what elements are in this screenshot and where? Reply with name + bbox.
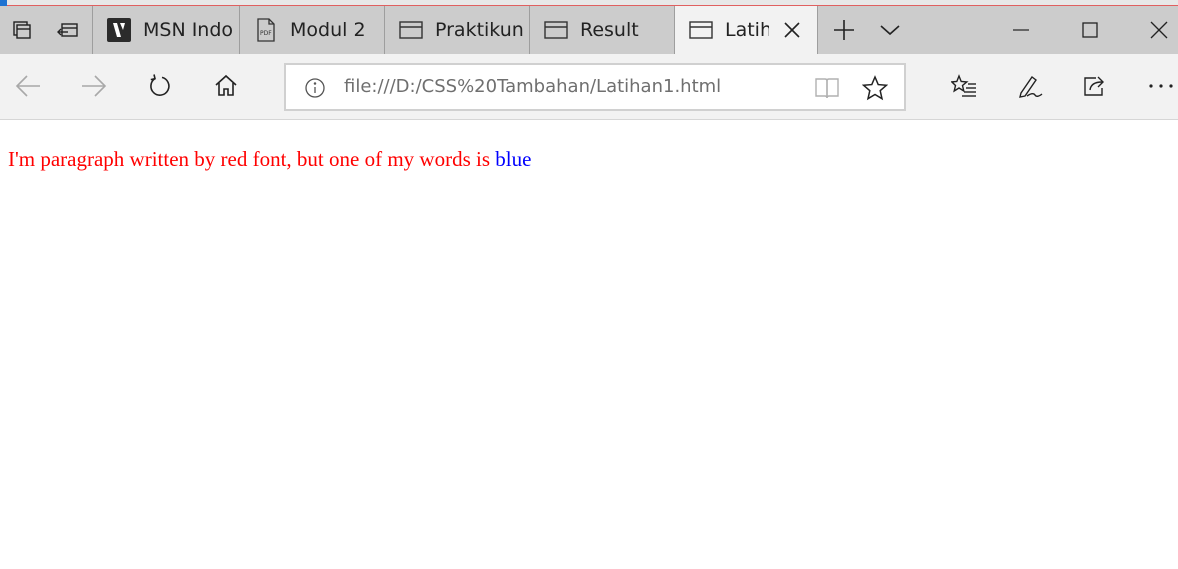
favorites-list-icon xyxy=(951,74,976,97)
address-bar[interactable]: file:///D:/CSS%20Tambahan/Latihan1.html xyxy=(284,63,906,111)
share-button[interactable] xyxy=(1077,68,1113,104)
share-icon xyxy=(1084,76,1104,96)
window-icon xyxy=(689,18,713,42)
svg-text:PDF: PDF xyxy=(260,30,272,37)
close-icon xyxy=(1150,21,1168,39)
arrow-right-icon xyxy=(82,75,107,97)
back-button[interactable] xyxy=(10,68,46,104)
maximize-icon xyxy=(1082,22,1098,38)
set-aside-icon xyxy=(57,23,78,37)
tab-manager-button[interactable] xyxy=(0,6,44,54)
close-icon xyxy=(784,22,800,38)
tab-label: Result xyxy=(580,19,639,41)
tab-latihan-active[interactable]: Latiha xyxy=(674,6,818,54)
tab-praktikum[interactable]: Praktikun xyxy=(384,6,529,54)
tab-label: Praktikun xyxy=(435,19,524,41)
window-icon xyxy=(544,18,568,42)
forward-button[interactable] xyxy=(76,68,112,104)
plus-icon xyxy=(834,20,854,40)
star-icon[interactable] xyxy=(862,75,888,101)
tab-bar: MSN Indo PDF Modul 2 Praktikun Result La… xyxy=(0,6,1178,54)
tab-label: MSN Indo xyxy=(143,19,234,41)
maximize-button[interactable] xyxy=(1067,6,1113,54)
tabs-aside-icon xyxy=(13,21,31,39)
navigation-bar: file:///D:/CSS%20Tambahan/Latihan1.html xyxy=(0,54,1178,120)
minimize-button[interactable] xyxy=(998,6,1044,54)
tab-msn[interactable]: MSN Indo xyxy=(92,6,239,54)
tab-modul-2[interactable]: PDF Modul 2 xyxy=(239,6,384,54)
pdf-icon: PDF xyxy=(254,18,278,42)
tab-result[interactable]: Result xyxy=(529,6,674,54)
home-button[interactable] xyxy=(208,68,244,104)
set-aside-tabs-button[interactable] xyxy=(46,6,90,54)
refresh-icon xyxy=(150,74,170,96)
minimize-icon xyxy=(1013,29,1029,31)
url-text[interactable]: file:///D:/CSS%20Tambahan/Latihan1.html xyxy=(344,65,721,109)
paragraph-red-text: I'm paragraph written by red font, but o… xyxy=(8,147,496,171)
new-tab-button[interactable] xyxy=(822,6,866,54)
info-icon xyxy=(305,78,325,98)
close-tab-button[interactable] xyxy=(783,21,801,39)
page-paragraph: I'm paragraph written by red font, but o… xyxy=(8,147,531,172)
close-window-button[interactable] xyxy=(1136,6,1178,54)
tab-label: Modul 2 xyxy=(290,19,366,41)
tab-label: Latiha xyxy=(725,19,769,41)
paragraph-blue-word: blue xyxy=(495,147,532,171)
refresh-button[interactable] xyxy=(142,68,178,104)
window-icon xyxy=(399,18,423,42)
reading-view-icon[interactable] xyxy=(814,76,840,100)
tab-preview-button[interactable] xyxy=(868,6,912,54)
more-button[interactable] xyxy=(1143,68,1178,104)
home-icon xyxy=(215,74,237,96)
chevron-down-icon xyxy=(880,25,900,36)
msn-icon xyxy=(107,18,131,42)
web-note-button[interactable] xyxy=(1012,68,1048,104)
arrow-left-icon xyxy=(15,75,40,97)
pen-icon xyxy=(1019,76,1043,98)
more-horizontal-icon xyxy=(1149,84,1173,88)
favorites-button[interactable] xyxy=(946,68,982,104)
